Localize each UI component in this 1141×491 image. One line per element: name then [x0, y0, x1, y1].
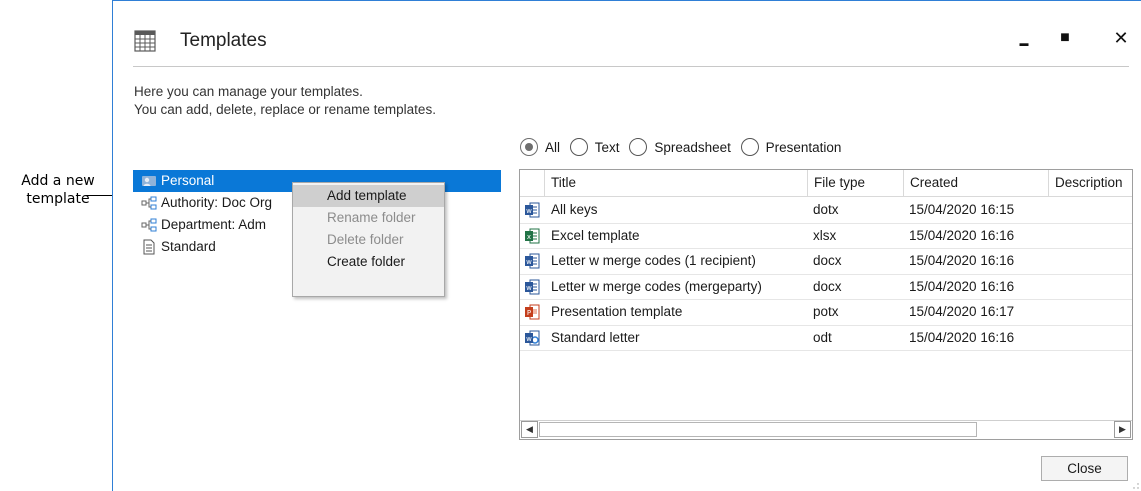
tree-item-label: Personal: [161, 173, 215, 188]
filter-label: All: [545, 139, 561, 155]
cell-file-type: potx: [813, 304, 839, 319]
templates-window: Templates ▬ ■ ✕ Here you can manage your…: [112, 0, 1141, 491]
minimize-icon: ▬: [1019, 38, 1029, 48]
scroll-left-button[interactable]: ◀: [521, 421, 538, 438]
svg-text:w: w: [526, 335, 532, 343]
context-menu: Add template Rename folder Delete folder…: [292, 182, 445, 297]
cell-created: 15/04/2020 16:16: [909, 329, 1015, 345]
svg-text:w: w: [526, 284, 532, 292]
column-header-created[interactable]: Created: [903, 170, 1048, 196]
templates-app-icon: [134, 30, 156, 52]
close-icon: ✕: [1113, 28, 1129, 48]
table-row[interactable]: P Presentation template potx 15/04/2020 …: [520, 300, 1132, 326]
tree-item-label: Authority: Doc Org: [161, 195, 273, 210]
grid-rows: w All keys dotx 15/04/2020 16:15 x Excel…: [520, 198, 1132, 351]
odt-icon: w: [525, 330, 540, 345]
menu-item-rename-folder[interactable]: Rename folder: [293, 207, 444, 229]
column-header-file-type[interactable]: File type: [807, 170, 903, 196]
filter-text-radio[interactable]: Text: [569, 138, 620, 156]
org-tree-icon: [141, 196, 157, 210]
grid-header: Title File type Created Description: [520, 170, 1132, 197]
scroll-right-icon: ▶: [1119, 424, 1126, 434]
filter-label: Presentation: [765, 139, 842, 155]
table-row[interactable]: w Letter w merge codes (mergeparty) docx…: [520, 275, 1132, 300]
close-button[interactable]: Close: [1041, 456, 1128, 481]
org-tree-icon: [141, 218, 157, 232]
cell-file-type: dotx: [813, 202, 839, 217]
horizontal-scrollbar[interactable]: ◀ ▶: [520, 420, 1132, 439]
window-title: Templates: [180, 30, 267, 51]
cell-title: Letter w merge codes (mergeparty): [551, 278, 762, 294]
document-icon: [143, 239, 155, 255]
column-header-title[interactable]: Title: [544, 170, 807, 196]
scrollbar-thumb[interactable]: [539, 422, 977, 437]
filter-all-radio[interactable]: All: [520, 138, 560, 156]
scroll-right-button[interactable]: ▶: [1114, 421, 1131, 438]
cell-title: All keys: [551, 202, 598, 217]
file-type-filter: All Text Spreadsheet Presentation: [520, 138, 847, 160]
filter-label: Spreadsheet: [654, 139, 731, 155]
minimize-button[interactable]: ▬: [1012, 26, 1036, 50]
title-bar: Templates ▬ ■ ✕: [113, 1, 1141, 67]
powerpoint-icon: P: [525, 304, 540, 320]
cell-file-type: docx: [813, 253, 842, 268]
menu-item-add-template[interactable]: Add template: [293, 185, 444, 207]
menu-item-create-folder[interactable]: Create folder: [293, 251, 444, 273]
cell-file-type: docx: [813, 278, 842, 294]
callout-line1: Add a new: [21, 173, 95, 189]
column-header-description[interactable]: Description: [1048, 170, 1132, 196]
radio-unchecked-icon: [629, 138, 648, 156]
close-window-button[interactable]: ✕: [1109, 26, 1133, 50]
excel-icon: x: [525, 228, 540, 243]
description-text: Here you can manage your templates. You …: [134, 83, 436, 119]
filter-spreadsheet-radio[interactable]: Spreadsheet: [629, 138, 731, 156]
cell-title: Excel template: [551, 227, 640, 243]
svg-text:w: w: [526, 258, 532, 266]
cell-title: Standard letter: [551, 329, 640, 345]
templates-grid: Title File type Created Description w Al…: [519, 169, 1133, 440]
table-row[interactable]: w Letter w merge codes (1 recipient) doc…: [520, 249, 1132, 275]
svg-text:P: P: [527, 309, 531, 317]
cell-file-type: odt: [813, 329, 832, 345]
description-line1: Here you can manage your templates.: [134, 84, 363, 99]
svg-text:x: x: [527, 233, 531, 241]
cell-created: 15/04/2020 16:15: [909, 202, 1015, 217]
table-row[interactable]: w Standard letter odt 15/04/2020 16:16: [520, 326, 1132, 351]
personal-folder-icon: [142, 176, 156, 186]
radio-unchecked-icon: [569, 138, 588, 156]
menu-item-delete-folder[interactable]: Delete folder: [293, 229, 444, 251]
description-line2: You can add, delete, replace or rename t…: [134, 102, 436, 117]
tree-item-label: Department: Adm: [161, 217, 267, 232]
callout-label: Add a new template: [8, 172, 108, 208]
maximize-button[interactable]: ■: [1053, 26, 1077, 50]
filter-label: Text: [594, 139, 620, 155]
scroll-left-icon: ◀: [526, 424, 533, 434]
cell-title: Presentation template: [551, 304, 683, 319]
table-row[interactable]: x Excel template xlsx 15/04/2020 16:16: [520, 224, 1132, 249]
table-row[interactable]: w All keys dotx 15/04/2020 16:15: [520, 198, 1132, 224]
cell-created: 15/04/2020 16:16: [909, 253, 1015, 268]
cell-created: 15/04/2020 16:16: [909, 278, 1015, 294]
radio-checked-icon: [520, 138, 538, 156]
callout-line2: template: [26, 191, 90, 207]
resize-grip-icon[interactable]: [1133, 483, 1139, 489]
cell-created: 15/04/2020 16:17: [909, 304, 1015, 319]
word-template-icon: w: [525, 202, 540, 218]
cell-file-type: xlsx: [813, 227, 837, 243]
maximize-icon: ■: [1060, 29, 1070, 46]
svg-text:w: w: [526, 207, 532, 215]
radio-unchecked-icon: [740, 138, 759, 156]
title-separator: [133, 66, 1129, 67]
word-icon: w: [525, 253, 540, 269]
tree-item-label: Standard: [161, 239, 216, 254]
word-icon: w: [525, 279, 540, 294]
cell-created: 15/04/2020 16:16: [909, 227, 1015, 243]
filter-presentation-radio[interactable]: Presentation: [740, 138, 842, 156]
cell-title: Letter w merge codes (1 recipient): [551, 253, 756, 268]
